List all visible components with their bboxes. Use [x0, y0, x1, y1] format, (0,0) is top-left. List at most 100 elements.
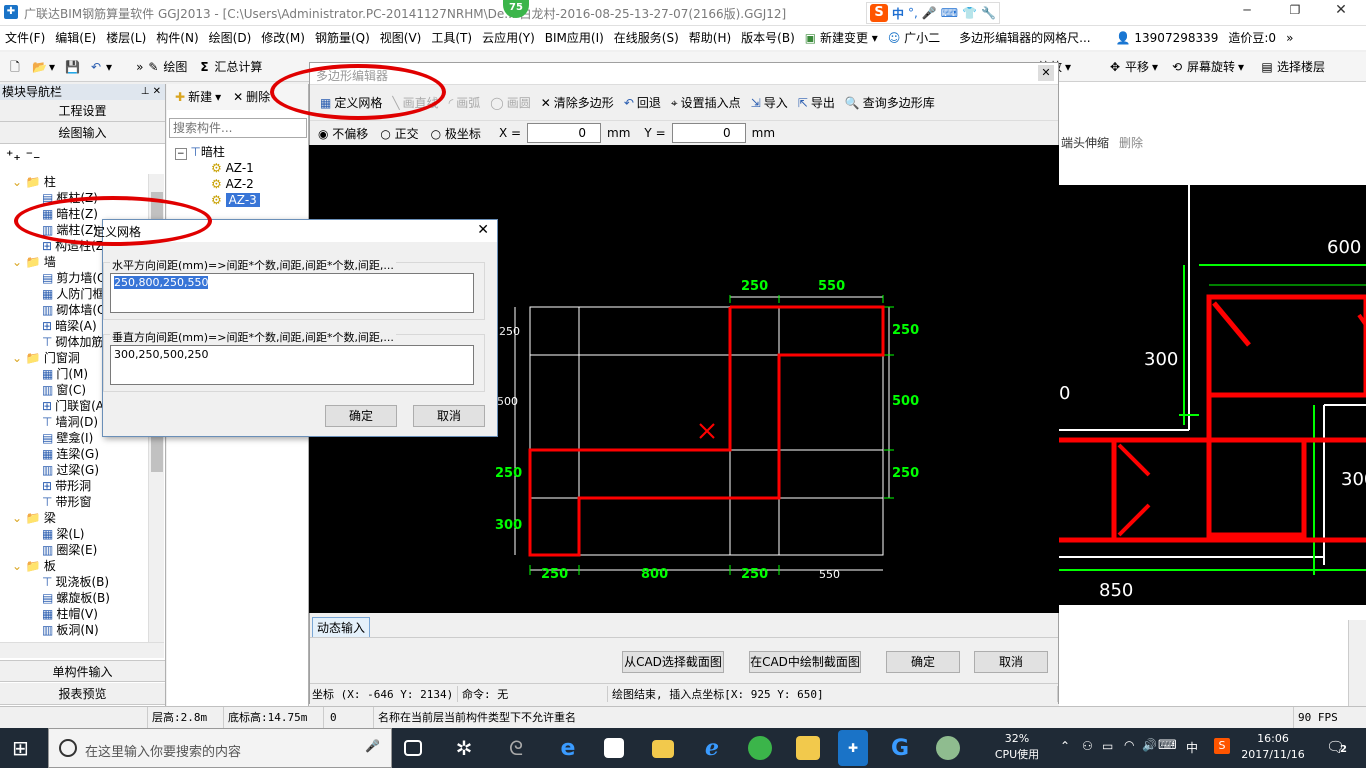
project-settings-button[interactable]: 工程设置	[0, 100, 165, 122]
more-icon[interactable]: »	[1281, 26, 1298, 50]
tree-item[interactable]: ▥ 过梁(G)	[42, 462, 99, 478]
menu-bim[interactable]: BIM应用(I)	[540, 26, 609, 50]
menu-file[interactable]: 文件(F)	[0, 26, 50, 50]
menu-beans[interactable]: 造价豆:0	[1223, 26, 1281, 50]
map-app-icon[interactable]	[936, 736, 960, 760]
spiral-app-icon[interactable]: ᘓ	[504, 736, 528, 760]
tree-item[interactable]: ▦ 门(M)	[42, 366, 88, 382]
tree-category[interactable]: ⌄ 📁 墙	[12, 254, 56, 270]
mic-icon[interactable]: 🎤	[922, 6, 937, 20]
component-item-selected[interactable]: ⚙ AZ-3	[211, 192, 260, 208]
option-polar[interactable]: ○ 极坐标	[431, 125, 481, 142]
report-preview-button[interactable]: 报表预览	[0, 683, 165, 705]
query-library-button[interactable]: 🔍 查询多边形库	[841, 91, 939, 115]
grid-cancel-button[interactable]: 取消	[413, 405, 485, 427]
tree-item[interactable]: ⊞ 暗梁(A)	[42, 318, 97, 334]
option-ortho[interactable]: ○ 正交	[380, 125, 418, 142]
tree-item[interactable]: ⊤ 带形窗	[42, 494, 91, 510]
menu-component[interactable]: 构件(N)	[151, 26, 203, 50]
fan-app-icon[interactable]: ✲	[452, 736, 476, 760]
menu-version[interactable]: 版本号(B)	[736, 26, 800, 50]
keyboard-icon[interactable]: ⌨	[941, 6, 958, 20]
store-icon[interactable]	[604, 738, 624, 758]
menu-view[interactable]: 视图(V)	[375, 26, 427, 50]
tree-item[interactable]: ▥ 圈梁(E)	[42, 542, 97, 558]
import-button[interactable]: ⇲ 导入	[747, 91, 792, 115]
tree-item[interactable]: ▤ 壁龛(I)	[42, 430, 93, 446]
tree-item[interactable]: ⊤ 砌体加筋	[42, 334, 103, 350]
tray-wifi-icon[interactable]: ◠	[1124, 738, 1134, 752]
tree-category[interactable]: ⌄ 📁 柱	[12, 174, 56, 190]
undo-button[interactable]: ↶ ▾	[85, 55, 116, 79]
open-button[interactable]: 📂 ▾	[28, 55, 59, 79]
rotate-button[interactable]: ⟲ 屏幕旋转 ▾	[1166, 55, 1248, 79]
tree-item[interactable]: ⊤ 现浇板(B)	[42, 574, 109, 590]
tree-category[interactable]: ⌄ 📁 梁	[12, 510, 56, 526]
poly-ok-button[interactable]: 确定	[886, 651, 960, 673]
menu-guangxiaoer[interactable]: ☺ 广小二	[883, 26, 945, 50]
menu-draw[interactable]: 绘图(D)	[204, 26, 257, 50]
dynamic-input-tab[interactable]: 动态输入	[312, 617, 371, 638]
tree-item[interactable]: ▤ 螺旋板(B)	[42, 590, 110, 606]
menu-tools[interactable]: 工具(T)	[426, 26, 477, 50]
option-no-offset[interactable]: ◉ 不偏移	[318, 125, 368, 142]
draw-input-button[interactable]: 绘图输入	[0, 122, 165, 144]
tree-item[interactable]: ▦ 连梁(G)	[42, 446, 99, 462]
menu-rebar[interactable]: 钢筋量(Q)	[310, 26, 375, 50]
new-component-button[interactable]: ✚ 新建 ▾	[171, 85, 225, 109]
microphone-icon[interactable]: 🎤	[365, 739, 380, 753]
delete-component-button[interactable]: ✕ 删除	[229, 85, 274, 109]
export-button[interactable]: ⇱ 导出	[794, 91, 839, 115]
menu-online[interactable]: 在线服务(S)	[609, 26, 684, 50]
tree-item[interactable]: ▥ 板洞(N)	[42, 622, 99, 638]
wrench-icon[interactable]: 🔧	[981, 6, 996, 20]
component-item[interactable]: ⚙ AZ-1	[211, 160, 254, 176]
taskbar-search-box[interactable]: 在这里输入你要搜索的内容 🎤	[48, 728, 392, 768]
grid-ok-button[interactable]: 确定	[325, 405, 397, 427]
tray-ime-label[interactable]: 中	[1186, 739, 1198, 756]
component-item[interactable]: ⚙ AZ-2	[211, 176, 254, 192]
windows-start-icon[interactable]: ⊞	[12, 738, 29, 758]
expand-all-icon[interactable]: ⁺₊	[6, 148, 21, 164]
tray-volume-icon[interactable]: 🔊	[1142, 738, 1157, 752]
v-spacing-input[interactable]: 300,250,500,250	[110, 345, 474, 385]
ie-icon[interactable]: ℯ	[700, 736, 724, 761]
tree-category[interactable]: ⌄ 📁 门窗洞	[12, 350, 80, 366]
delete-edge-button[interactable]: 删除	[1119, 134, 1143, 151]
poly-close-icon[interactable]: ✕	[1038, 65, 1054, 81]
select-floor-button[interactable]: ▤ 选择楼层	[1256, 55, 1329, 79]
main-cad-view[interactable]: 600 300 0 850 300	[1059, 185, 1366, 605]
sum-calc-button[interactable]: Σ 汇总计算	[193, 55, 266, 79]
single-input-button[interactable]: 单构件输入	[0, 660, 165, 682]
tree-item[interactable]: ▥ 砌体墙(Q)	[42, 302, 111, 318]
tree-item[interactable]: ⊞ 门联窗(A)	[42, 398, 109, 414]
draw-circle-button[interactable]: ◯ 画圆	[486, 91, 534, 115]
tree-item[interactable]: ▥ 窗(C)	[42, 382, 86, 398]
task-view-icon[interactable]	[404, 740, 422, 756]
sogou-icon[interactable]: S	[870, 4, 888, 22]
right-scrollbar[interactable]	[1348, 620, 1366, 706]
edge-icon[interactable]: e	[556, 736, 580, 761]
component-root[interactable]: − ⊤暗柱	[175, 144, 225, 160]
component-search-input[interactable]	[169, 118, 307, 138]
tray-battery-icon[interactable]: ▭	[1102, 739, 1113, 753]
from-cad-button[interactable]: 从CAD选择截面图	[622, 651, 724, 673]
save-button[interactable]: 💾	[61, 55, 83, 79]
minimize-icon[interactable]: ─	[1232, 3, 1262, 17]
undo-poly-button[interactable]: ↶ 回退	[620, 91, 665, 115]
tray-people-icon[interactable]: ⚇	[1082, 739, 1093, 753]
x-input[interactable]: 0	[527, 123, 602, 143]
set-insert-point-button[interactable]: ⌖ 设置插入点	[667, 91, 745, 115]
menu-cloud[interactable]: 云应用(Y)	[477, 26, 540, 50]
menu-edit[interactable]: 编辑(E)	[50, 26, 101, 50]
glodon-g-icon[interactable]: G	[888, 736, 912, 761]
draw-button[interactable]: » ✎ 绘图	[132, 55, 191, 79]
ime-chinese-label[interactable]: 中	[892, 5, 904, 22]
menu-tip[interactable]: 多边形编辑器的网格尺...	[945, 26, 1095, 50]
poly-cancel-button[interactable]: 取消	[974, 651, 1048, 673]
tray-keyboard-icon[interactable]: ⌨	[1158, 738, 1177, 753]
file-explorer-icon[interactable]	[652, 740, 674, 758]
glodon-app-icon[interactable]: ✚	[838, 730, 868, 766]
menu-help[interactable]: 帮助(H)	[684, 26, 736, 50]
end-extend-button[interactable]: 端头伸缩	[1061, 134, 1109, 151]
